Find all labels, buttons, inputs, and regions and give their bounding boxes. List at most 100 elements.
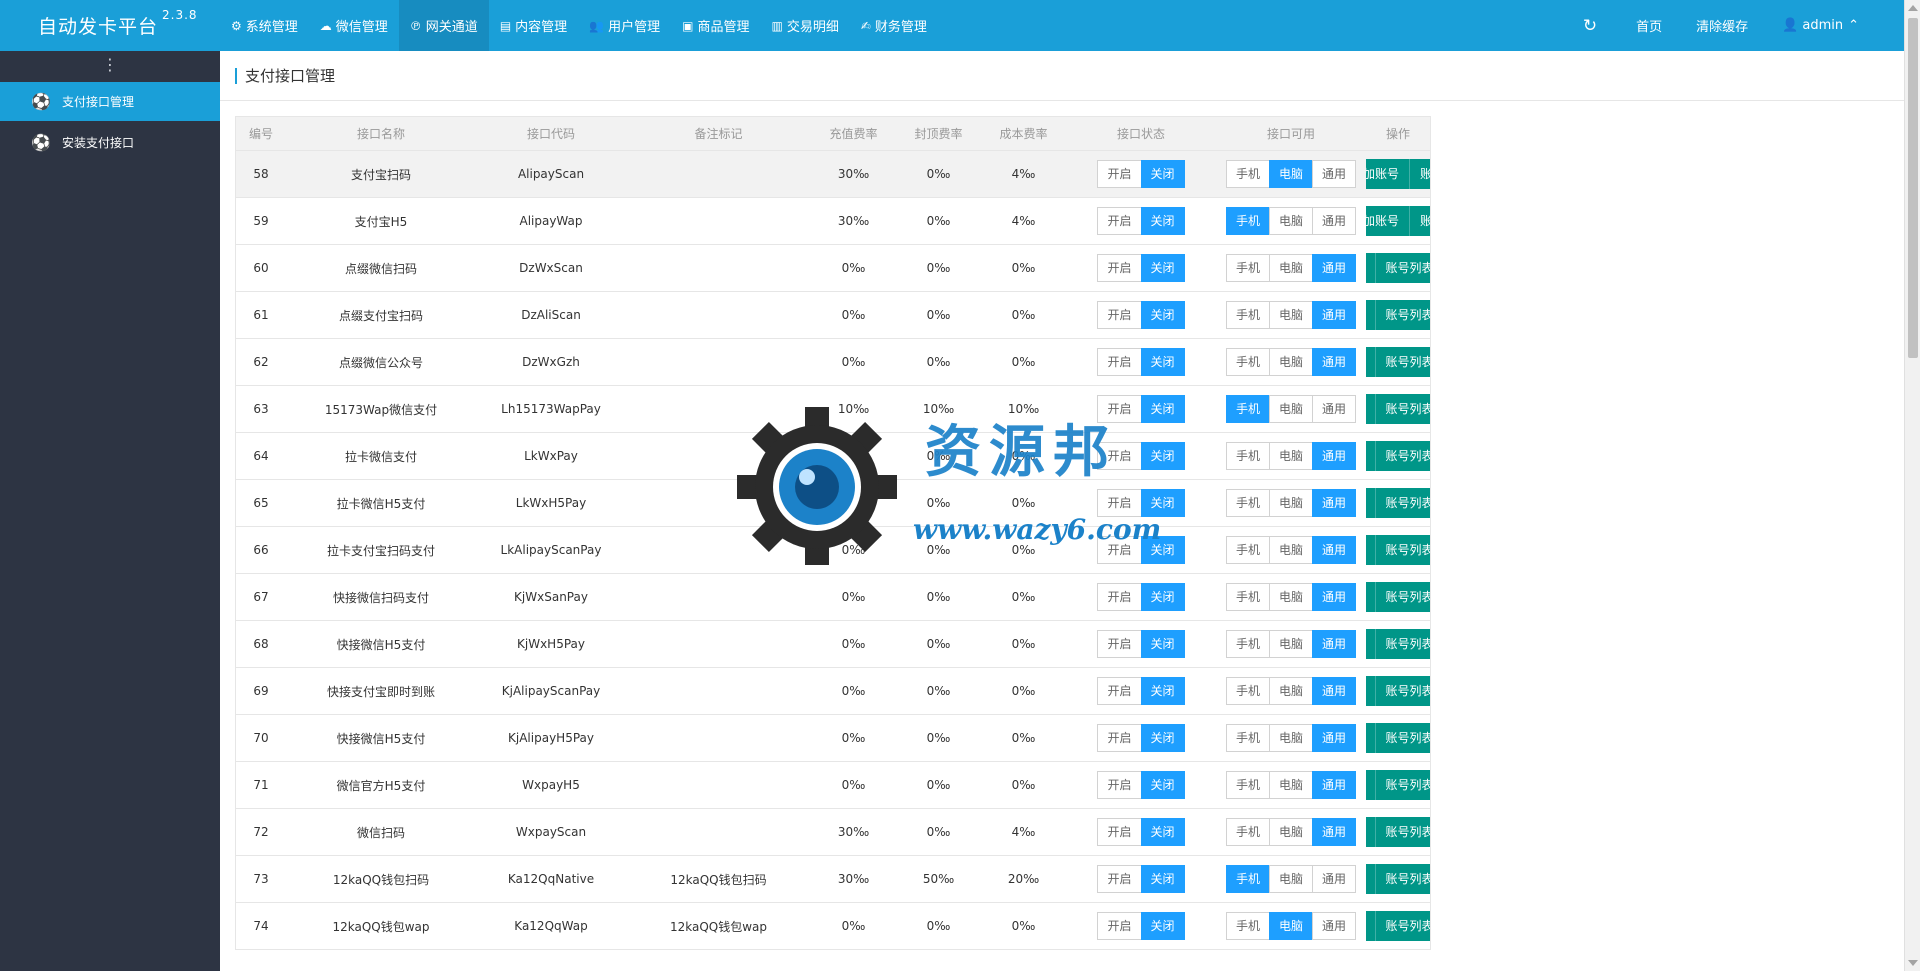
avail-pc-button[interactable]: 电脑 bbox=[1268, 865, 1313, 893]
account-list-button[interactable]: 账号列表 bbox=[1410, 159, 1430, 189]
add-account-button[interactable]: 添加账号 bbox=[1366, 535, 1376, 565]
state-close-button[interactable]: 关闭 bbox=[1140, 677, 1185, 705]
nav-goods[interactable]: ▣ 商品管理 bbox=[671, 0, 760, 51]
account-list-button[interactable]: 账号列表 bbox=[1375, 582, 1430, 612]
add-account-button[interactable]: 添加账号 bbox=[1366, 394, 1376, 424]
add-account-button[interactable]: 添加账号 bbox=[1366, 300, 1376, 330]
state-open-button[interactable]: 开启 bbox=[1097, 724, 1142, 752]
state-close-button[interactable]: 关闭 bbox=[1140, 912, 1185, 940]
nav-gateway[interactable]: ℗ 网关通道 bbox=[398, 0, 489, 51]
avail-mobile-button[interactable]: 手机 bbox=[1225, 771, 1270, 799]
home-link[interactable]: 首页 bbox=[1619, 16, 1679, 35]
state-open-button[interactable]: 开启 bbox=[1097, 207, 1142, 235]
add-account-button[interactable]: 添加账号 bbox=[1366, 629, 1376, 659]
state-open-button[interactable]: 开启 bbox=[1097, 677, 1142, 705]
avail-mobile-button[interactable]: 手机 bbox=[1225, 583, 1270, 611]
scroll-down-icon[interactable] bbox=[1908, 960, 1918, 966]
state-open-button[interactable]: 开启 bbox=[1097, 348, 1142, 376]
sidebar-toggle-icon[interactable]: ⋮ bbox=[0, 51, 220, 82]
avail-mobile-button[interactable]: 手机 bbox=[1225, 207, 1270, 235]
add-account-button[interactable]: 添加账号 bbox=[1366, 770, 1376, 800]
avail-pc-button[interactable]: 电脑 bbox=[1268, 489, 1313, 517]
scroll-up-icon[interactable] bbox=[1908, 5, 1918, 11]
add-account-button[interactable]: 添加账号 bbox=[1366, 817, 1376, 847]
avail-general-button[interactable]: 通用 bbox=[1312, 160, 1357, 188]
avail-mobile-button[interactable]: 手机 bbox=[1225, 536, 1270, 564]
nav-users[interactable]: 👥 用户管理 bbox=[578, 0, 671, 51]
state-close-button[interactable]: 关闭 bbox=[1140, 630, 1185, 658]
brand-logo[interactable]: 自动发卡平台2.3.8 bbox=[0, 8, 220, 39]
avail-pc-button[interactable]: 电脑 bbox=[1268, 254, 1313, 282]
state-close-button[interactable]: 关闭 bbox=[1140, 489, 1185, 517]
avail-mobile-button[interactable]: 手机 bbox=[1225, 301, 1270, 329]
avail-mobile-button[interactable]: 手机 bbox=[1225, 395, 1270, 423]
state-open-button[interactable]: 开启 bbox=[1097, 583, 1142, 611]
avail-pc-button[interactable]: 电脑 bbox=[1268, 348, 1313, 376]
state-open-button[interactable]: 开启 bbox=[1097, 254, 1142, 282]
avail-mobile-button[interactable]: 手机 bbox=[1225, 442, 1270, 470]
account-list-button[interactable]: 账号列表 bbox=[1410, 206, 1430, 236]
nav-content[interactable]: ▤ 内容管理 bbox=[489, 0, 578, 51]
state-close-button[interactable]: 关闭 bbox=[1140, 207, 1185, 235]
account-list-button[interactable]: 账号列表 bbox=[1375, 488, 1430, 518]
add-account-button[interactable]: 添加账号 bbox=[1366, 911, 1376, 941]
avail-general-button[interactable]: 通用 bbox=[1312, 395, 1357, 423]
nav-finance[interactable]: ✍ 财务管理 bbox=[850, 0, 938, 51]
sidebar-item-install-interface[interactable]: ⚽ 安装支付接口 bbox=[0, 123, 220, 162]
avail-mobile-button[interactable]: 手机 bbox=[1225, 912, 1270, 940]
add-account-button[interactable]: 添加账号 bbox=[1366, 488, 1376, 518]
avail-pc-button[interactable]: 电脑 bbox=[1268, 912, 1313, 940]
state-open-button[interactable]: 开启 bbox=[1097, 442, 1142, 470]
state-open-button[interactable]: 开启 bbox=[1097, 301, 1142, 329]
avail-pc-button[interactable]: 电脑 bbox=[1268, 301, 1313, 329]
account-list-button[interactable]: 账号列表 bbox=[1375, 676, 1430, 706]
avail-general-button[interactable]: 通用 bbox=[1312, 207, 1357, 235]
add-account-button[interactable]: 添加账号 bbox=[1366, 347, 1376, 377]
sidebar-item-payment-interface[interactable]: ⚽ 支付接口管理 bbox=[0, 82, 220, 121]
avail-general-button[interactable]: 通用 bbox=[1312, 348, 1357, 376]
avail-mobile-button[interactable]: 手机 bbox=[1225, 254, 1270, 282]
account-list-button[interactable]: 账号列表 bbox=[1375, 394, 1430, 424]
add-account-button[interactable]: 添加账号 bbox=[1366, 864, 1376, 894]
avail-general-button[interactable]: 通用 bbox=[1312, 442, 1357, 470]
state-close-button[interactable]: 关闭 bbox=[1140, 724, 1185, 752]
user-menu[interactable]: 👤 admin ⌃ bbox=[1765, 18, 1876, 33]
state-open-button[interactable]: 开启 bbox=[1097, 160, 1142, 188]
avail-general-button[interactable]: 通用 bbox=[1312, 771, 1357, 799]
avail-general-button[interactable]: 通用 bbox=[1312, 583, 1357, 611]
account-list-button[interactable]: 账号列表 bbox=[1375, 770, 1430, 800]
clear-cache-link[interactable]: 清除缓存 bbox=[1679, 16, 1765, 35]
account-list-button[interactable]: 账号列表 bbox=[1375, 441, 1430, 471]
state-close-button[interactable]: 关闭 bbox=[1140, 442, 1185, 470]
account-list-button[interactable]: 账号列表 bbox=[1375, 629, 1430, 659]
account-list-button[interactable]: 账号列表 bbox=[1375, 864, 1430, 894]
nav-transactions[interactable]: ▥ 交易明细 bbox=[761, 0, 850, 51]
state-close-button[interactable]: 关闭 bbox=[1140, 865, 1185, 893]
avail-general-button[interactable]: 通用 bbox=[1312, 630, 1357, 658]
avail-pc-button[interactable]: 电脑 bbox=[1268, 677, 1313, 705]
account-list-button[interactable]: 账号列表 bbox=[1375, 723, 1430, 753]
avail-mobile-button[interactable]: 手机 bbox=[1225, 677, 1270, 705]
account-list-button[interactable]: 账号列表 bbox=[1375, 300, 1430, 330]
avail-pc-button[interactable]: 电脑 bbox=[1268, 395, 1313, 423]
state-close-button[interactable]: 关闭 bbox=[1140, 254, 1185, 282]
avail-general-button[interactable]: 通用 bbox=[1312, 724, 1357, 752]
avail-mobile-button[interactable]: 手机 bbox=[1225, 724, 1270, 752]
add-account-button[interactable]: 添加账号 bbox=[1366, 676, 1376, 706]
account-list-button[interactable]: 账号列表 bbox=[1375, 817, 1430, 847]
add-account-button[interactable]: 添加账号 bbox=[1366, 253, 1376, 283]
state-close-button[interactable]: 关闭 bbox=[1140, 160, 1185, 188]
add-account-button[interactable]: 添加账号 bbox=[1366, 723, 1376, 753]
add-account-button[interactable]: 添加账号 bbox=[1366, 206, 1410, 236]
avail-pc-button[interactable]: 电脑 bbox=[1268, 771, 1313, 799]
account-list-button[interactable]: 账号列表 bbox=[1375, 911, 1430, 941]
nav-system[interactable]: ⚙ 系统管理 bbox=[220, 0, 309, 51]
add-account-button[interactable]: 添加账号 bbox=[1366, 441, 1376, 471]
avail-general-button[interactable]: 通用 bbox=[1312, 536, 1357, 564]
avail-mobile-button[interactable]: 手机 bbox=[1225, 818, 1270, 846]
avail-mobile-button[interactable]: 手机 bbox=[1225, 489, 1270, 517]
account-list-button[interactable]: 账号列表 bbox=[1375, 253, 1430, 283]
avail-pc-button[interactable]: 电脑 bbox=[1268, 583, 1313, 611]
avail-pc-button[interactable]: 电脑 bbox=[1268, 442, 1313, 470]
state-open-button[interactable]: 开启 bbox=[1097, 489, 1142, 517]
